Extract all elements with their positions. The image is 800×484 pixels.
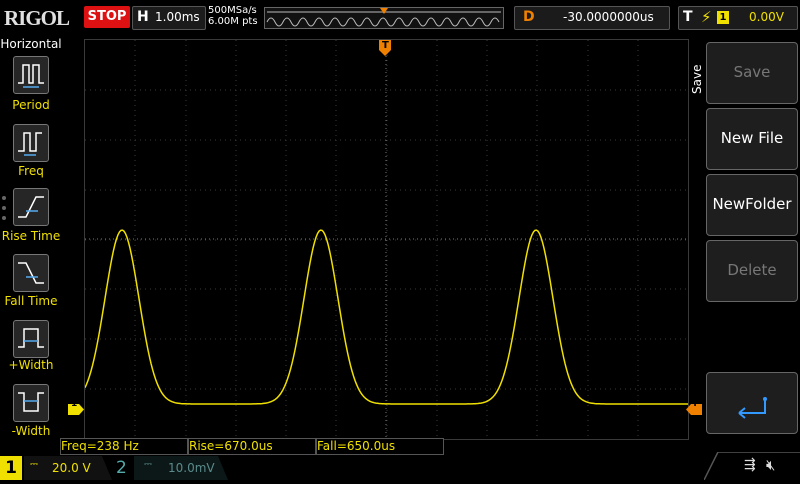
period-label: Period xyxy=(12,98,50,112)
trigger-position-marker[interactable]: T xyxy=(379,40,391,56)
memory-overview-strip xyxy=(264,7,504,29)
positive-width-icon xyxy=(18,328,44,348)
trigger-level-marker[interactable]: T xyxy=(686,399,702,415)
ch1-scale: 20.0 V xyxy=(52,461,91,475)
positive-width-button[interactable] xyxy=(13,320,49,358)
scroll-dot xyxy=(2,196,6,200)
new-file-button[interactable]: New File xyxy=(706,108,798,170)
delay-box[interactable]: D -30.0000000us xyxy=(514,6,670,30)
ch1-ground-label: 1 xyxy=(71,399,78,409)
save-button[interactable]: Save xyxy=(706,42,798,104)
positive-width-label: +Width xyxy=(8,358,54,372)
ch2-tab-slant xyxy=(218,456,228,480)
trigger-level: 0.00V xyxy=(749,10,784,24)
scroll-dot xyxy=(2,216,6,220)
negative-width-icon xyxy=(18,392,44,412)
rise-time-label: Rise Time xyxy=(1,229,61,243)
waveform-canvas xyxy=(84,40,688,439)
ch2-scale-box[interactable]: ⎓ 10.0mV xyxy=(134,456,218,480)
delete-button[interactable]: Delete xyxy=(706,240,798,302)
trigger-box[interactable]: T ⚡ 1 0.00V xyxy=(678,6,798,30)
memory-depth: 6.00M pts xyxy=(208,16,258,27)
rising-edge-icon: ⚡ xyxy=(701,8,712,26)
rigol-logo: RIGOL xyxy=(4,6,70,30)
enter-button[interactable] xyxy=(706,372,798,434)
period-button[interactable] xyxy=(13,56,49,94)
top-status-bar: RIGOL STOP H 1.00ms 500MSa/s 6.00M pts D… xyxy=(0,0,800,36)
period-icon xyxy=(18,64,44,88)
fall-time-button[interactable] xyxy=(13,254,49,292)
left-menu-title: Horizontal xyxy=(0,37,62,51)
delete-label: Delete xyxy=(727,261,777,279)
new-folder-button[interactable]: NewFolder xyxy=(706,174,798,236)
ch2-scale: 10.0mV xyxy=(168,461,215,475)
status-icons: ⇶ 🔇︎ xyxy=(703,451,800,481)
freq-label: Freq xyxy=(18,164,44,178)
trigger-position-letter: T xyxy=(382,40,389,51)
waveform-display-grid[interactable] xyxy=(84,39,689,440)
usb-icon: ⇶ xyxy=(744,457,756,473)
freq-measurement: Freq=238 Hz xyxy=(60,438,188,455)
trigger-letter: T xyxy=(683,9,693,25)
horizontal-letter: H xyxy=(137,9,149,25)
timebase-value: 1.00ms xyxy=(155,10,200,24)
trigger-level-letter: T xyxy=(692,399,699,409)
ch1-number[interactable]: 1 xyxy=(0,456,22,480)
new-folder-label: NewFolder xyxy=(712,195,792,213)
delay-letter: D xyxy=(523,9,535,25)
dc-coupling-icon: ⎓ xyxy=(30,459,38,470)
new-file-label: New File xyxy=(720,129,784,147)
frequency-icon xyxy=(18,132,42,156)
fall-time-icon xyxy=(18,262,44,284)
ch1-tab-slant xyxy=(102,456,112,480)
mute-speaker-icon: 🔇︎ xyxy=(766,456,776,474)
ch1-ground-marker[interactable]: 1 xyxy=(68,399,84,415)
fall-time-label: Fall Time xyxy=(4,294,58,308)
delay-value: -30.0000000us xyxy=(563,10,654,24)
dc-coupling-icon: ⎓ xyxy=(144,459,152,470)
enter-arrow-icon xyxy=(738,397,767,419)
timebase-box[interactable]: H 1.00ms xyxy=(132,6,206,30)
negative-width-label: -Width xyxy=(11,424,51,438)
freq-button[interactable] xyxy=(13,124,49,162)
scroll-dot xyxy=(2,206,6,210)
rise-measurement: Rise=670.0us xyxy=(188,438,316,455)
ch1-scale-box[interactable]: ⎓ 20.0 V xyxy=(24,456,102,480)
run-stop-status[interactable]: STOP xyxy=(84,6,130,28)
trigger-source: 1 xyxy=(717,11,729,24)
save-label: Save xyxy=(733,63,771,81)
ch2-number[interactable]: 2 xyxy=(116,456,127,480)
memory-waveform-preview xyxy=(266,8,501,27)
rise-time-icon xyxy=(18,196,44,218)
fall-measurement: Fall=650.0us xyxy=(316,438,444,455)
right-menu-title: Save xyxy=(690,64,704,94)
negative-width-button[interactable] xyxy=(13,384,49,422)
rise-time-button[interactable] xyxy=(13,188,49,226)
